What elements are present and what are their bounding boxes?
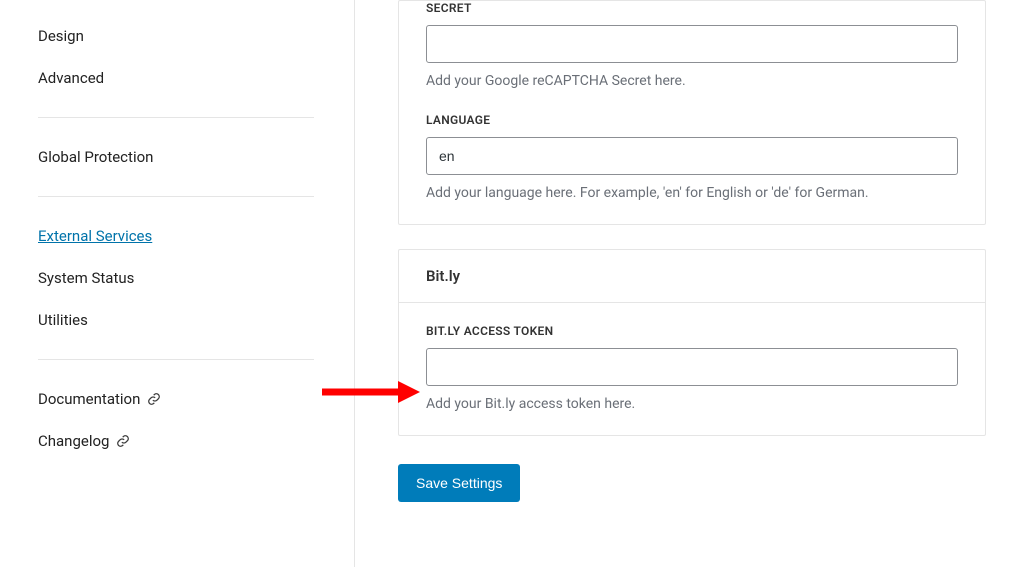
link-icon [116,434,130,448]
sidebar-item-label: Changelog [38,432,109,450]
language-label: LANGUAGE [426,113,958,127]
bitly-token-input[interactable] [426,348,958,386]
sidebar-item-changelog[interactable]: Changelog [38,420,314,462]
language-input[interactable] [426,137,958,175]
recaptcha-card: SECRET Add your Google reCAPTCHA Secret … [398,0,986,225]
sidebar-item-global-protection[interactable]: Global Protection [38,136,314,178]
secret-input[interactable] [426,25,958,63]
main-content: SECRET Add your Google reCAPTCHA Secret … [355,0,1024,567]
sidebar-item-label: Documentation [38,390,140,408]
bitly-token-helper: Add your Bit.ly access token here. [426,396,958,412]
sidebar-item-design[interactable]: Design [38,15,314,57]
bitly-token-label: BIT.LY ACCESS TOKEN [426,324,958,338]
sidebar-divider [38,196,314,197]
sidebar: Design Advanced Global Protection Extern… [0,0,355,567]
secret-helper: Add your Google reCAPTCHA Secret here. [426,73,958,89]
sidebar-item-external-services[interactable]: External Services [38,215,314,257]
secret-label: SECRET [426,1,958,15]
sidebar-item-utilities[interactable]: Utilities [38,299,314,341]
bitly-title: Bit.ly [399,250,985,303]
link-icon [147,392,161,406]
language-helper: Add your language here. For example, 'en… [426,185,958,201]
sidebar-divider [38,359,314,360]
bitly-card: Bit.ly BIT.LY ACCESS TOKEN Add your Bit.… [398,249,986,436]
save-settings-button[interactable]: Save Settings [398,464,520,502]
sidebar-divider [38,117,314,118]
sidebar-item-documentation[interactable]: Documentation [38,378,314,420]
sidebar-item-system-status[interactable]: System Status [38,257,314,299]
sidebar-item-advanced[interactable]: Advanced [38,57,314,99]
